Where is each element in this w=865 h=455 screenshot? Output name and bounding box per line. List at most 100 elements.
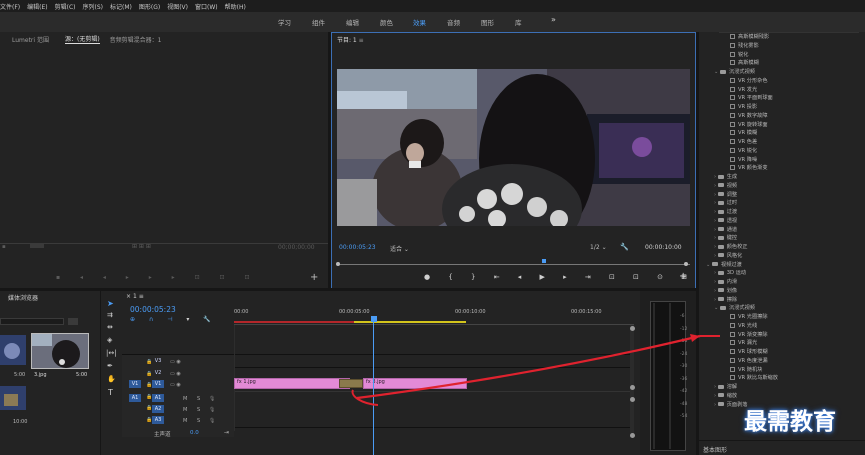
effect-item[interactable]: VR 球形模糊: [730, 348, 768, 355]
effects-folder[interactable]: › 视频: [714, 182, 737, 189]
source-transport-controls[interactable]: ▪ ◂ ◂ ▸ ▸ ▸ ⊡ ⊡ ⊡: [56, 274, 258, 281]
effects-folder[interactable]: › 页面剥落: [714, 401, 748, 408]
effect-item[interactable]: VR 投影: [730, 103, 757, 110]
source-settings-icons[interactable]: ⊞ ⊞ ⊞: [132, 243, 151, 250]
menu-item[interactable]: 视图(V): [167, 2, 188, 11]
workspace-tab[interactable]: 学习: [278, 17, 291, 27]
source-patch-v1[interactable]: V1: [129, 380, 141, 388]
track-a2[interactable]: A2: [152, 405, 164, 413]
track-v2[interactable]: V2: [152, 369, 164, 377]
menu-item[interactable]: 编辑(E): [27, 2, 47, 11]
menu-item[interactable]: 标记(M): [110, 2, 132, 11]
program-add-button[interactable]: +: [679, 271, 687, 282]
source-zoom-slider[interactable]: [30, 244, 44, 248]
track-v3[interactable]: V3: [152, 357, 164, 365]
effect-item[interactable]: VR 降噪: [730, 156, 757, 163]
tab-source[interactable]: 源：(无剪辑): [64, 34, 100, 44]
effects-folder[interactable]: › 透视: [714, 217, 737, 224]
effects-folder[interactable]: › 溶解: [714, 383, 737, 390]
effect-item[interactable]: VR 光圈擦除: [700, 312, 860, 320]
media-search-input[interactable]: [0, 318, 64, 325]
timeline-playhead-handle[interactable]: [371, 316, 377, 322]
effect-item[interactable]: VR 光线: [730, 322, 757, 329]
menu-item[interactable]: 剪辑(C): [55, 2, 76, 11]
effect-item[interactable]: VR 平面到球面: [730, 94, 773, 101]
menu-item[interactable]: 帮助(H): [225, 2, 246, 11]
clip-2[interactable]: fx 3.jpg: [363, 378, 467, 389]
effect-item[interactable]: VR 随机块: [730, 366, 762, 373]
mute-buttons[interactable]: MMM: [183, 394, 187, 427]
slip-tool-icon[interactable]: |↔|: [106, 349, 117, 357]
track-a1[interactable]: A1: [152, 394, 164, 402]
timeline-tool-icons[interactable]: ⊕ ∩ ⊣ ▾ 🔧: [130, 316, 217, 323]
media-thumbnail[interactable]: [0, 386, 26, 410]
effect-item[interactable]: VR 旋转球面: [730, 121, 768, 128]
source-add-button[interactable]: +: [310, 272, 318, 283]
menu-item[interactable]: 图形(G): [139, 2, 160, 11]
effects-folder[interactable]: › 过时: [714, 199, 737, 206]
track-v1[interactable]: V1: [152, 380, 164, 388]
source-patch-a1[interactable]: A1: [129, 394, 141, 402]
workspace-tab[interactable]: 编辑: [346, 17, 359, 27]
effects-folder[interactable]: › 风格化: [714, 252, 742, 259]
effect-item[interactable]: 锐化: [730, 51, 748, 58]
master-volume[interactable]: 0.0: [190, 430, 199, 436]
program-scrubber[interactable]: [338, 264, 690, 265]
effect-item[interactable]: VR 分形杂色: [730, 77, 768, 84]
program-transport-controls[interactable]: ● { } ⇤ ◂ ▶ ▸ ⇥ ⊡ ⊡ ⊙ ⊞: [424, 273, 695, 281]
track-a3[interactable]: A3: [152, 416, 164, 424]
timeline-timecode[interactable]: 00:00:05:23: [130, 305, 176, 314]
effects-folder[interactable]: › 生成: [714, 173, 737, 180]
clip-1[interactable]: fx 1.jpg: [234, 378, 350, 389]
master-skip-icon[interactable]: ⇥: [224, 429, 229, 436]
effect-item[interactable]: VR 色差: [730, 138, 757, 145]
media-browser-title[interactable]: 媒体浏览器: [8, 293, 38, 302]
effects-folder[interactable]: › 内滑: [714, 278, 737, 285]
razor-tool-icon[interactable]: ◈: [107, 336, 112, 344]
timeline-vertical-scrollbar[interactable]: [630, 325, 634, 437]
effect-item[interactable]: VR 渐变擦除: [730, 331, 768, 338]
media-thumbnail[interactable]: [0, 335, 26, 365]
selection-tool-icon[interactable]: ➤: [107, 299, 114, 308]
workspace-tab[interactable]: 库: [515, 17, 522, 27]
effects-folder[interactable]: › 缩放: [714, 392, 737, 399]
effect-item[interactable]: VR 模糊: [730, 129, 757, 136]
type-tool-icon[interactable]: T: [108, 388, 113, 397]
fit-dropdown[interactable]: 适合 ⌄: [390, 244, 409, 253]
pen-tool-icon[interactable]: ✒: [107, 362, 113, 370]
workspace-tab[interactable]: 组件: [312, 17, 325, 27]
effects-folder[interactable]: ⌄ 沉浸式视频: [714, 68, 755, 75]
media-search-button[interactable]: [68, 318, 78, 325]
effect-item[interactable]: VR 锐化: [730, 147, 757, 154]
effect-item[interactable]: 高斯模糊残影: [730, 33, 769, 40]
tab-audio-mixer[interactable]: 音频剪辑混合器：1: [110, 35, 162, 44]
menu-item[interactable]: 窗口(W): [195, 2, 218, 11]
effect-item[interactable]: VR 默比乌斯缩放: [730, 374, 778, 381]
wrench-icon[interactable]: 🔧: [620, 243, 629, 251]
effects-folder[interactable]: › 颜色校正: [714, 243, 748, 250]
media-thumbnail-selected[interactable]: [31, 333, 89, 369]
effect-item[interactable]: VR 数字故障: [730, 112, 768, 119]
effects-folder[interactable]: › 键控: [714, 234, 737, 241]
effect-item[interactable]: 残化雾影: [730, 42, 759, 49]
program-playhead[interactable]: [542, 259, 546, 263]
timeline-tab[interactable]: × 1 ≡: [126, 293, 144, 300]
effect-item[interactable]: VR 发光: [730, 86, 757, 93]
effects-folder[interactable]: ⌄ 沉浸式视频: [714, 304, 755, 311]
menu-item[interactable]: 文件(F): [0, 2, 20, 11]
effects-folder[interactable]: ⌄ 视频过渡: [706, 261, 742, 268]
menu-item[interactable]: 序列(S): [83, 2, 104, 11]
program-timecode[interactable]: 00:00:05:23: [339, 244, 376, 251]
effects-folder[interactable]: › 过渡: [714, 208, 737, 215]
track-select-tool-icon[interactable]: ⇉: [107, 311, 113, 319]
hand-tool-icon[interactable]: ✋: [107, 375, 116, 383]
effects-folder[interactable]: › 调整: [714, 191, 737, 198]
solo-buttons[interactable]: SSS: [197, 394, 200, 427]
workspace-tab[interactable]: 颜色: [380, 17, 393, 27]
workspace-tab[interactable]: 音频: [447, 17, 460, 27]
workspace-tab[interactable]: 效果: [413, 17, 426, 27]
effect-item[interactable]: 高斯模糊: [730, 59, 759, 66]
effect-item[interactable]: VR 颜色渐变: [730, 164, 768, 171]
effects-folder[interactable]: › 划像: [714, 287, 737, 294]
resolution-dropdown[interactable]: 1/2 ⌄: [590, 244, 607, 251]
